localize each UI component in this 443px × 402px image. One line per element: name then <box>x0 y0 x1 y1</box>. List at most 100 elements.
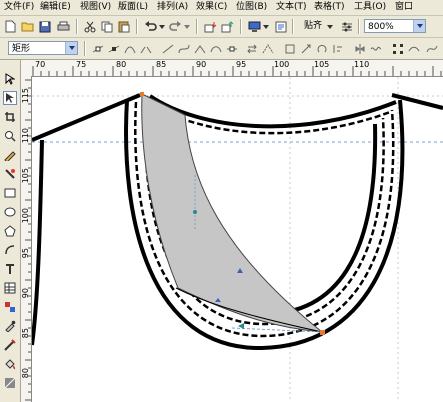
ruler-label: 115 <box>21 88 30 104</box>
to-curve-icon[interactable] <box>176 41 191 56</box>
menu-view[interactable]: 视图(V) <box>80 1 111 14</box>
menu-bitmaps[interactable]: 位图(B) <box>236 1 267 14</box>
control-point[interactable] <box>193 210 197 214</box>
delete-node-icon[interactable] <box>106 41 121 56</box>
align-nodes-icon[interactable] <box>330 41 345 56</box>
chevron-down-icon[interactable] <box>413 20 425 32</box>
selected-node[interactable] <box>320 330 325 335</box>
copy-icon[interactable] <box>99 19 114 34</box>
menu-window[interactable]: 窗口 <box>395 1 413 14</box>
elastic-mode-icon[interactable] <box>368 41 383 56</box>
shape-tool-icon[interactable] <box>3 91 17 105</box>
ruler-label: 80 <box>116 60 127 69</box>
reverse-direction-icon[interactable] <box>244 41 259 56</box>
menu-bar: 文件(F) 编辑(E) 视图(V) 版面(L) 排列(A) 效果(C) 位图(B… <box>0 0 443 16</box>
menu-table[interactable]: 表格(T) <box>314 1 345 14</box>
rotate-nodes-icon[interactable] <box>314 41 329 56</box>
outline-tool-icon[interactable] <box>3 338 17 352</box>
pick-tool-icon[interactable] <box>3 72 17 86</box>
horizontal-ruler[interactable]: 70 75 80 85 90 95 100 105 110 <box>31 60 443 77</box>
freehand-tool-icon[interactable] <box>3 148 17 162</box>
smart-fill-icon[interactable] <box>3 167 17 181</box>
ruler-label: 85 <box>156 60 167 69</box>
menu-file[interactable]: 文件(F) <box>4 1 34 14</box>
armhole-line[interactable] <box>32 139 44 346</box>
left-shoulder-line[interactable] <box>32 93 141 142</box>
add-node-icon[interactable] <box>90 41 105 56</box>
smooth-node-icon[interactable] <box>208 41 223 56</box>
vertical-ruler[interactable]: 115 110 105 100 95 90 85 80 <box>21 76 32 402</box>
new-icon[interactable] <box>3 19 18 34</box>
cusp-node-icon[interactable] <box>192 41 207 56</box>
zoom-level-combo[interactable]: 800% <box>364 19 426 33</box>
cut-icon[interactable] <box>82 19 97 34</box>
selected-node[interactable] <box>140 92 144 96</box>
property-bar: 矩形 <box>0 38 443 60</box>
curve-smoothness-icon[interactable] <box>424 41 439 56</box>
text-tool-icon[interactable] <box>3 262 17 276</box>
ruler-label: 90 <box>196 60 207 69</box>
basic-shapes-icon[interactable] <box>3 243 17 257</box>
symmetrical-node-icon[interactable] <box>224 41 239 56</box>
standard-toolbar: 贴齐 800% <box>0 16 443 38</box>
table-tool-icon[interactable] <box>3 281 17 295</box>
interactive-blend-icon[interactable] <box>3 300 17 314</box>
reflect-nodes-icon[interactable] <box>352 41 367 56</box>
drawing-canvas[interactable] <box>32 77 443 402</box>
toolbox <box>0 60 21 402</box>
ruler-label: 100 <box>21 208 30 224</box>
paste-icon[interactable] <box>116 19 131 34</box>
save-icon[interactable] <box>37 19 52 34</box>
menu-effects[interactable]: 效果(C) <box>196 1 227 14</box>
export-icon[interactable] <box>220 19 235 34</box>
menu-text[interactable]: 文本(T) <box>276 1 307 14</box>
ellipse-tool-icon[interactable] <box>3 205 17 219</box>
shape-type-value: 矩形 <box>12 44 31 54</box>
shape-type-combo[interactable]: 矩形 <box>8 41 78 55</box>
ruler-label: 105 <box>314 60 330 69</box>
application-launcher-icon[interactable] <box>247 19 262 34</box>
crop-tool-icon[interactable] <box>3 110 17 124</box>
undo-dropdown-icon[interactable] <box>158 19 166 34</box>
ruler-label: 75 <box>76 60 87 69</box>
redo-icon[interactable] <box>168 19 183 34</box>
open-icon[interactable] <box>20 19 35 34</box>
ruler-label: 95 <box>236 60 247 69</box>
to-line-icon[interactable] <box>160 41 175 56</box>
selected-panel-shape[interactable] <box>141 93 324 333</box>
welcome-icon[interactable] <box>273 19 288 34</box>
rectangle-tool-icon[interactable] <box>3 186 17 200</box>
ruler-label: 105 <box>21 168 30 184</box>
ruler-label: 110 <box>354 60 370 69</box>
interactive-fill-icon[interactable] <box>3 376 17 390</box>
stretch-nodes-icon[interactable] <box>298 41 313 56</box>
chevron-down-icon[interactable] <box>65 42 77 54</box>
redo-dropdown-icon[interactable] <box>183 19 191 34</box>
select-all-nodes-icon[interactable] <box>390 41 405 56</box>
undo-icon[interactable] <box>143 19 158 34</box>
menu-tools[interactable]: 工具(O) <box>354 1 386 14</box>
ruler-label: 95 <box>21 248 30 259</box>
fill-tool-icon[interactable] <box>3 357 17 371</box>
import-icon[interactable] <box>203 19 218 34</box>
snap-dropdown-icon[interactable] <box>326 19 334 34</box>
polygon-tool-icon[interactable] <box>3 224 17 238</box>
extract-subpath-icon[interactable] <box>282 41 297 56</box>
join-nodes-icon[interactable] <box>122 41 137 56</box>
break-curve-icon[interactable] <box>138 41 153 56</box>
zoom-tool-icon[interactable] <box>3 129 17 143</box>
ruler-label: 80 <box>21 368 30 379</box>
ruler-label: 85 <box>21 328 30 339</box>
eyedropper-icon[interactable] <box>3 319 17 333</box>
menu-layout[interactable]: 版面(L) <box>118 1 148 14</box>
options-icon[interactable] <box>339 19 354 34</box>
launcher-dropdown-icon[interactable] <box>262 19 270 34</box>
menu-edit[interactable]: 编辑(E) <box>40 1 71 14</box>
ruler-label: 70 <box>35 60 46 69</box>
reduce-nodes-icon[interactable] <box>406 41 421 56</box>
menu-arrange[interactable]: 排列(A) <box>157 1 188 14</box>
print-icon[interactable] <box>56 19 71 34</box>
extend-curve-icon[interactable] <box>260 41 275 56</box>
ruler-corner[interactable] <box>21 60 31 76</box>
snap-label[interactable]: 贴齐 <box>304 20 322 33</box>
